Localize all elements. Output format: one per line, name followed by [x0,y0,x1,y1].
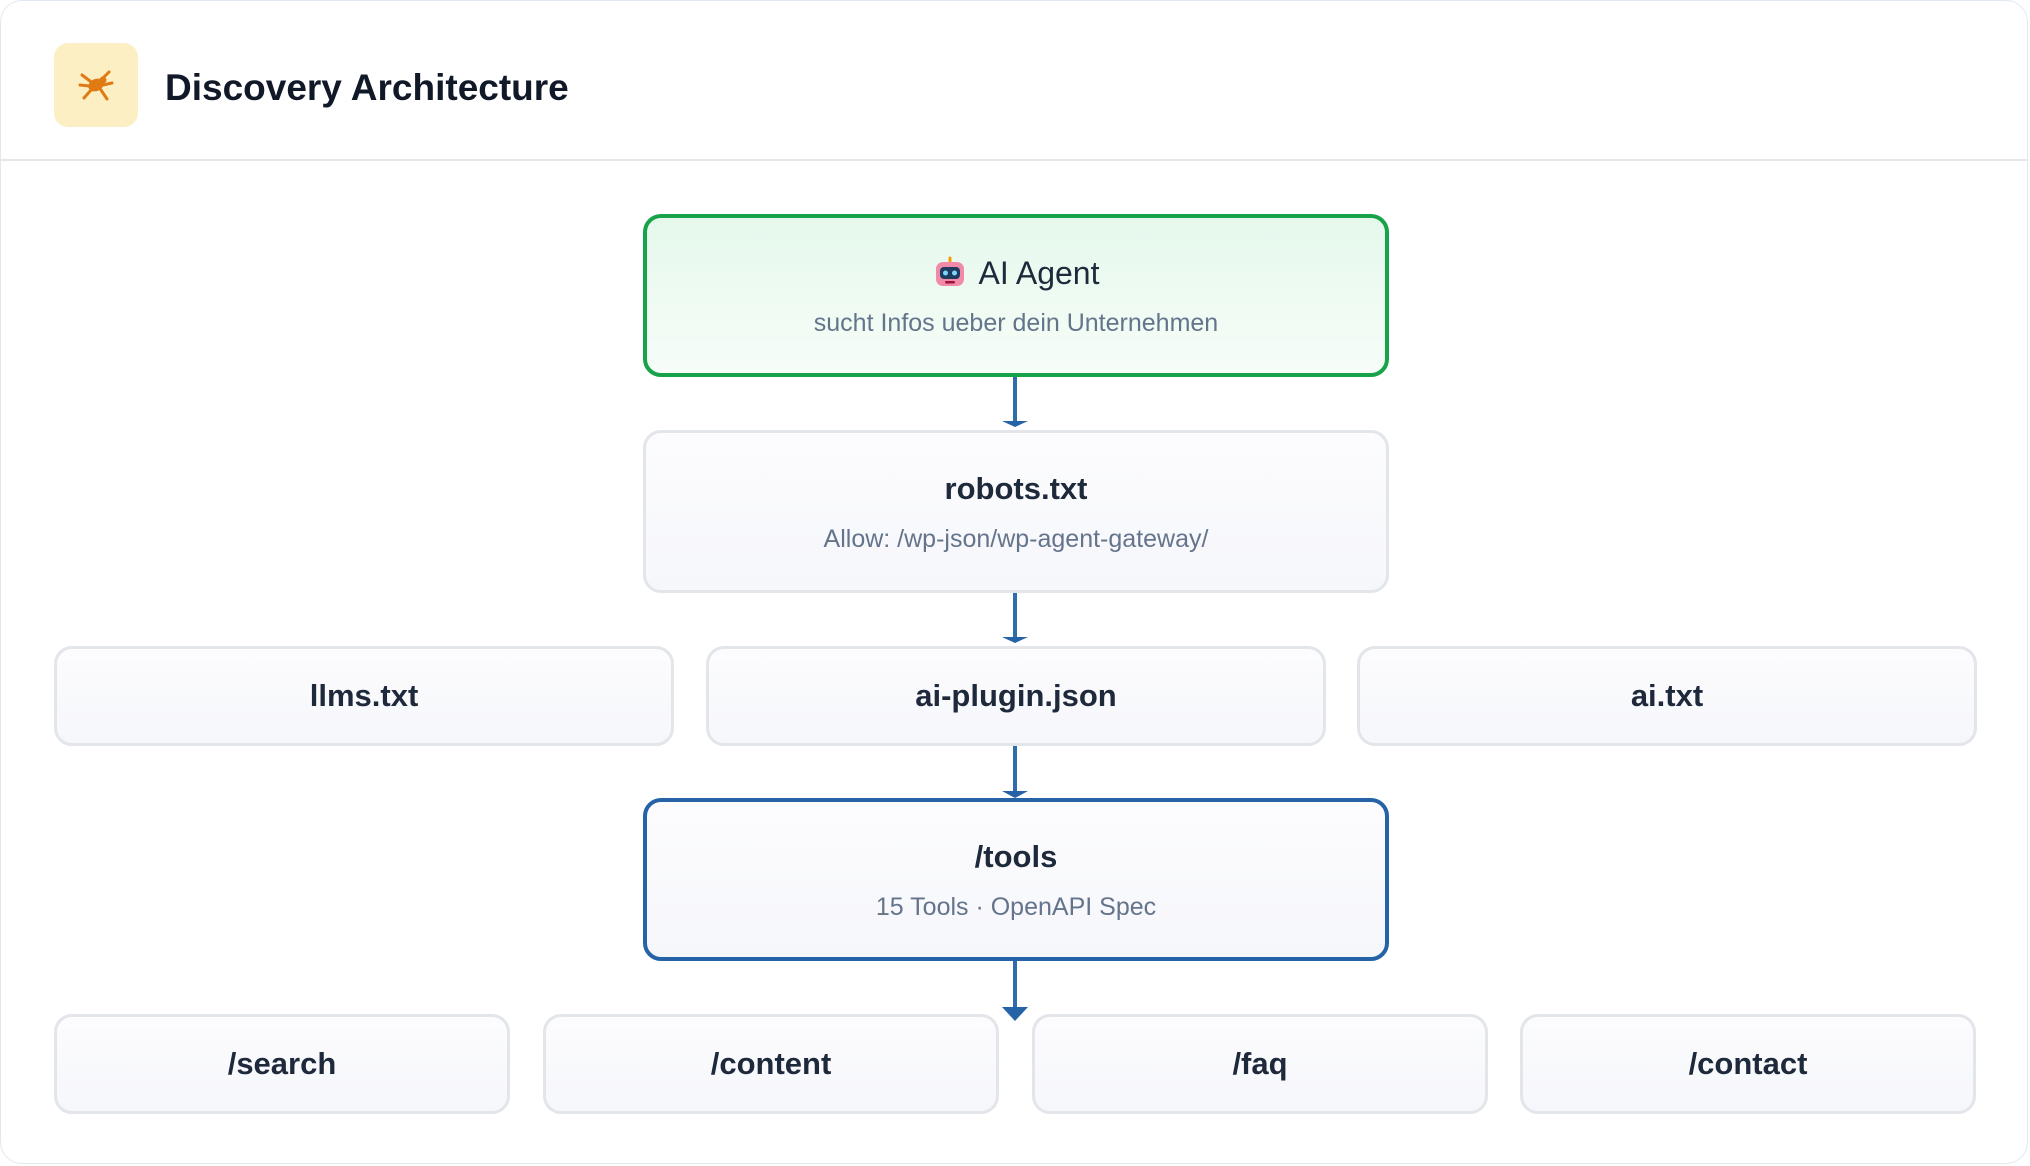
connector-arrowhead [1002,421,1028,427]
node-endpoint-content-label: /content [710,1046,832,1081]
node-ai-agent-subtitle: sucht Infos ueber dein Unternehmen [813,308,1219,337]
node-robots-txt: robots.txt Allow: /wp-json/wp-agent-gate… [643,430,1389,593]
node-tools-title: /tools [974,838,1058,874]
node-ai-agent-title: AI Agent [978,254,1100,291]
node-endpoint-search: /search [54,1014,510,1114]
connector-robots-files [1013,593,1017,638]
page-title: Discovery Architecture [165,67,569,108]
connector-arrowhead [1002,791,1028,798]
node-endpoint-content: /content [543,1014,999,1114]
node-ai-txt-label: ai.txt [1630,678,1704,713]
node-tools-subtitle: 15 Tools · OpenAPI Spec [875,892,1157,921]
node-tools: /tools 15 Tools · OpenAPI Spec [643,798,1389,961]
node-ai-agent: AI Agent sucht Infos ueber dein Unterneh… [643,214,1389,377]
node-robots-txt-subtitle: Allow: /wp-json/wp-agent-gateway/ [823,524,1209,553]
node-llms-txt: llms.txt [54,646,674,746]
node-endpoint-faq-label: /faq [1232,1046,1288,1081]
node-ai-agent-title-row: AI Agent [933,253,1100,293]
connector-files-tools [1013,746,1017,792]
spider-icon [78,70,114,101]
connector-tools-endpoints [1013,961,1017,1009]
node-llms-txt-label: llms.txt [309,678,419,713]
diagram-card: Discovery Architecture AI Agent sucht In… [0,0,2028,1164]
node-endpoint-faq: /faq [1032,1014,1488,1114]
node-endpoint-search-label: /search [227,1046,337,1081]
connector-arrowhead [1002,637,1028,643]
robot-icon [935,256,964,286]
connector-agent-robots [1013,377,1017,423]
node-ai-txt: ai.txt [1357,646,1977,746]
card-header: Discovery Architecture [1,1,2027,161]
connector-arrowhead [1002,1007,1028,1021]
node-robots-txt-title: robots.txt [944,470,1088,506]
node-endpoint-contact-label: /contact [1688,1046,1808,1081]
node-endpoint-contact: /contact [1520,1014,1976,1114]
node-ai-plugin-json-label: ai-plugin.json [915,678,1117,713]
header-icon-badge [54,43,138,127]
node-ai-plugin-json: ai-plugin.json [706,646,1326,746]
